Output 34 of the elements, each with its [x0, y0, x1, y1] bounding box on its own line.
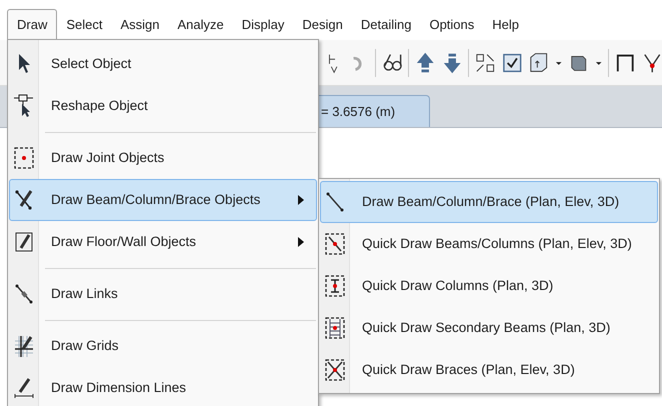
quick-secondary-beam-icon	[324, 316, 346, 340]
link-icon	[13, 282, 35, 306]
menu-item[interactable]: Draw Links	[9, 273, 317, 315]
submenu-item[interactable]: Draw Beam/Column/Brace (Plan, Elev, 3D)	[320, 181, 658, 223]
menu-bar-item[interactable]: Assign	[111, 10, 169, 40]
submenu-item[interactable]: Quick Draw Columns (Plan, 3D)	[320, 265, 658, 307]
menu-bar-item[interactable]: Display	[232, 10, 294, 40]
quick-column-icon	[324, 274, 346, 298]
menu-bar-item[interactable]: Options	[420, 10, 484, 40]
submenu-item[interactable]: Quick Draw Secondary Beams (Plan, 3D)	[320, 307, 658, 349]
menu-item[interactable]: Reshape Object	[9, 85, 317, 127]
menu-bar-item[interactable]: Analyze	[168, 10, 233, 40]
submenu-item[interactable]: Quick Draw Beams/Columns (Plan, Elev, 3D)	[320, 223, 658, 265]
menu-bar-item[interactable]: Detailing	[352, 10, 420, 40]
menu-bar-item[interactable]: Draw	[7, 9, 58, 40]
view-tab[interactable]: = 3.6576 (m)	[316, 95, 430, 127]
floor-pencil-icon	[13, 230, 35, 254]
grid-pencil-icon	[13, 334, 35, 358]
reshape-cursor-icon	[13, 94, 35, 118]
menu-item[interactable]: Select Object	[9, 43, 317, 85]
joint-icon	[13, 146, 35, 170]
line-icon	[324, 190, 346, 214]
menu-item[interactable]: Draw Floor/Wall Objects	[9, 221, 317, 263]
menu-item[interactable]: Draw Grids	[9, 325, 317, 367]
menu-bar-item[interactable]: Design	[293, 10, 352, 40]
dimension-pencil-icon	[13, 376, 35, 400]
menu-bar-item[interactable]: Select	[57, 10, 112, 40]
quick-brace-icon	[324, 358, 346, 382]
menu-item[interactable]: Draw Joint Objects	[9, 137, 317, 179]
quick-beam-icon	[324, 232, 346, 256]
menu-item[interactable]: Draw Dimension Lines	[9, 367, 317, 406]
submenu-item[interactable]: Quick Draw Braces (Plan, Elev, 3D)	[320, 349, 658, 391]
menu-bar-item[interactable]: Help	[483, 10, 528, 40]
menu-item[interactable]: Draw Beam/Column/Brace Objects	[9, 179, 317, 221]
